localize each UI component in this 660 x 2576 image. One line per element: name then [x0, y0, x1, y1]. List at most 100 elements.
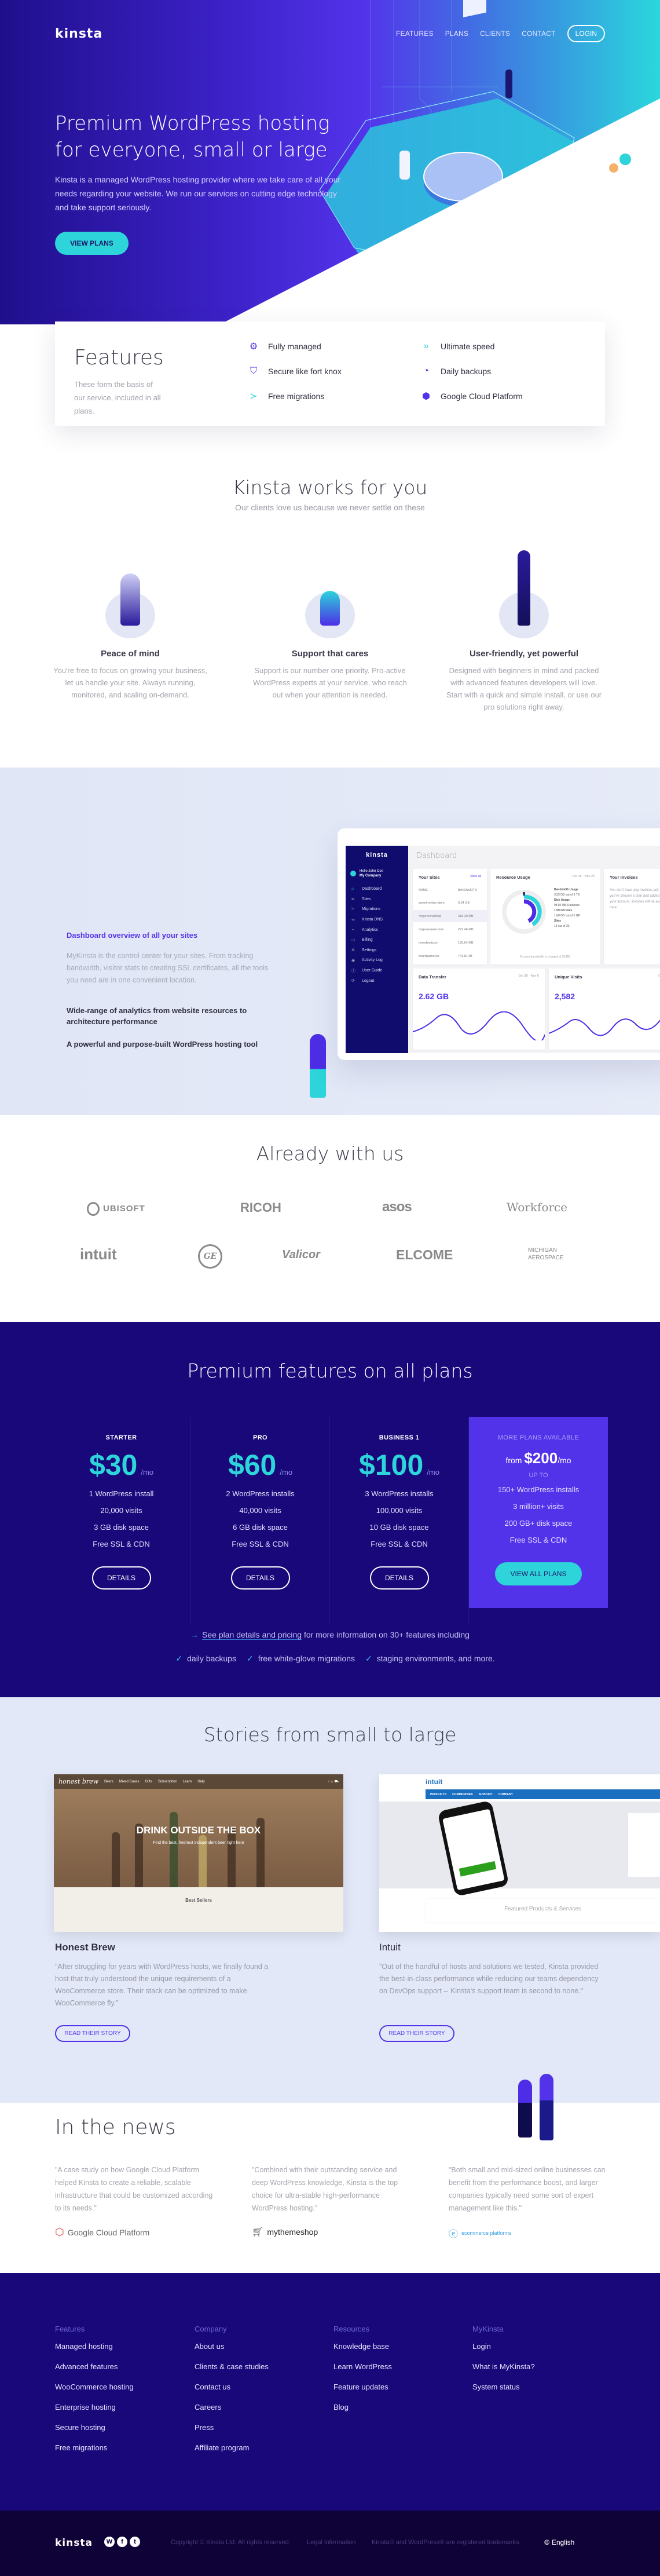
- features-title: Features: [74, 346, 164, 370]
- footer-link[interactable]: Login: [472, 2342, 535, 2362]
- included-item: staging environments, and more.: [376, 1654, 495, 1663]
- data-transfer-line: [413, 1011, 545, 1040]
- language-selector[interactable]: 🌐︎ English: [544, 2538, 574, 2547]
- source-name: ecommerce platforms: [461, 2230, 512, 2236]
- site-row[interactable]: dogsareawesome 222.46 MB: [413, 923, 487, 936]
- footer-logo[interactable]: kinsta: [55, 2537, 93, 2549]
- toggle-icon: ⚙: [249, 342, 258, 352]
- person-illustration: [310, 1034, 326, 1098]
- dashboard-nav-item[interactable]: ▭ Billing: [346, 935, 408, 945]
- intuit-nav: COMMUNITIES: [452, 1792, 473, 1796]
- site-row[interactable]: mypersonalblog 318.39 MB: [413, 910, 487, 922]
- read-story-button[interactable]: READ THEIR STORY: [379, 2025, 454, 2042]
- resource-donut-chart: [502, 890, 546, 934]
- plan-period: /mo: [280, 1468, 293, 1477]
- footer-link[interactable]: Affiliate program: [195, 2443, 269, 2464]
- login-button[interactable]: LOGIN: [567, 25, 605, 42]
- dashboard-nav-item[interactable]: ⊳ Sites: [346, 894, 408, 905]
- feature-label: Free migrations: [268, 392, 325, 401]
- site-cell: sweet-online-store: [419, 901, 445, 905]
- footer-link[interactable]: Blog: [333, 2403, 392, 2423]
- news-source-gcp[interactable]: ⬡ Google Cloud Platform: [55, 2226, 149, 2238]
- dashboard-nav-item[interactable]: ⓘ User Guide: [346, 966, 408, 976]
- included-features: ✓ daily backups ✓ free white-glove migratio…: [0, 1654, 660, 1664]
- card-title: Your Sites: [419, 875, 440, 880]
- footer-link[interactable]: Managed hosting: [55, 2342, 134, 2362]
- dashboard-nav-item[interactable]: ⌂ Dashboard: [346, 884, 408, 894]
- news-source-mythemeshop[interactable]: 🛒︎ mythemeshop: [252, 2226, 318, 2238]
- your-sites-card: Your Sites View all NAME BANDWIDTH sweet-o…: [413, 869, 487, 964]
- footer-link[interactable]: Careers: [195, 2403, 269, 2423]
- footer-link[interactable]: Free migrations: [55, 2443, 134, 2464]
- facebook-icon[interactable]: f: [117, 2537, 127, 2547]
- nav-features[interactable]: FEATURES: [396, 30, 434, 38]
- feature-google-cloud: ⬢ Google Cloud Platform: [420, 390, 523, 403]
- story-quote: "After struggling for years with WordPre…: [55, 1963, 269, 2007]
- footer-heading: Resources: [333, 2325, 370, 2333]
- wordpress-icon[interactable]: W: [104, 2537, 115, 2547]
- dashboard-nav-item[interactable]: ⟳ Logout: [346, 975, 408, 986]
- source-name: Google Cloud Platform: [67, 2227, 150, 2237]
- news-source-ecommerce-platforms[interactable]: ⓔ ecommerce platforms: [449, 2226, 512, 2240]
- site-row[interactable]: sweet-online-store 3.34 GB: [413, 897, 487, 909]
- footer-link[interactable]: Advanced features: [55, 2362, 134, 2383]
- logo-michigan-aerospace: MICHIGAN AEROSPACE: [528, 1247, 564, 1261]
- highlight-tool[interactable]: A powerful and purpose-built WordPress h…: [67, 1040, 287, 1048]
- read-story-button[interactable]: READ THEIR STORY: [55, 2025, 130, 2042]
- plan-business-1: BUSINESS 1 $100/mo 3 WordPress installs 1…: [330, 1417, 469, 1625]
- legend-item: 98.84 MB Database: [554, 904, 580, 907]
- power-icon: [350, 871, 356, 876]
- dashboard-nav-item[interactable]: ⇋ Kinsta DNS: [346, 915, 408, 925]
- plan-feature: 40,000 visits: [239, 1506, 281, 1515]
- footer-link[interactable]: About us: [195, 2342, 269, 2362]
- plan-details-link[interactable]: See plan details and pricing: [202, 1630, 302, 1640]
- footer-link[interactable]: Press: [195, 2423, 269, 2443]
- view-plans-button[interactable]: VIEW PLANS: [55, 232, 129, 255]
- check-icon: ✓: [365, 1654, 372, 1663]
- footer-link[interactable]: Contact us: [195, 2383, 269, 2403]
- language-label: English: [551, 2538, 575, 2546]
- view-all-plans-button[interactable]: VIEW ALL PLANS: [495, 1562, 582, 1585]
- site-row[interactable]: newsfeedcom 195.64 MB: [413, 937, 487, 949]
- nav-contact[interactable]: CONTACT: [522, 30, 556, 38]
- twitter-icon[interactable]: t: [130, 2537, 140, 2547]
- highlight-analytics[interactable]: Wide-range of analytics from website res…: [67, 1005, 258, 1027]
- logo-ricoh: RICOH: [240, 1200, 281, 1215]
- feature-label: Secure like fort knox: [268, 367, 342, 376]
- work-text: Support is our number one priority. Pro-…: [253, 666, 407, 699]
- footer-link[interactable]: Knowledge base: [333, 2342, 392, 2362]
- column-header: NAME: [419, 888, 428, 892]
- footer-link[interactable]: Feature updates: [333, 2383, 392, 2403]
- nav-plans[interactable]: PLANS: [445, 30, 468, 38]
- gcp-hexagon-icon: ⬡: [55, 2226, 64, 2238]
- footer-link[interactable]: WooCommerce hosting: [55, 2383, 134, 2403]
- feature-label: Ultimate speed: [441, 342, 495, 351]
- legal-link[interactable]: Legal information: [307, 2539, 355, 2546]
- footer-link[interactable]: Enterprise hosting: [55, 2403, 134, 2423]
- intuit-nav: PRODUCTS: [430, 1792, 447, 1796]
- details-button[interactable]: DETAILS: [230, 1566, 290, 1590]
- footer-link[interactable]: Secure hosting: [55, 2423, 134, 2443]
- included-item: free white-glove migrations: [258, 1654, 355, 1663]
- highlight-dashboard[interactable]: Dashboard overview of all your sites: [67, 931, 197, 940]
- invoices-text: You don't have any invoices yet. Once yo…: [610, 889, 660, 909]
- dashboard-nav-item[interactable]: ✲ Settings: [346, 945, 408, 956]
- kinsta-logo[interactable]: kinsta: [55, 27, 102, 41]
- plan-starter: STARTER $30/mo 1 WordPress install 20,000…: [52, 1417, 191, 1625]
- dashboard-nav-item[interactable]: ∼ Analytics: [346, 925, 408, 935]
- dashboard-nav-item[interactable]: ◉ Activity Log: [346, 955, 408, 966]
- intuit-screenshot[interactable]: intuit PRODUCTS COMMUNITIES SUPPORT COMPANY…: [379, 1774, 660, 1932]
- footer-link[interactable]: System status: [472, 2383, 535, 2403]
- details-button[interactable]: DETAILS: [369, 1566, 429, 1590]
- details-button[interactable]: DETAILS: [91, 1566, 151, 1590]
- dashboard-nav-item[interactable]: > Migrations: [346, 904, 408, 915]
- footer-link[interactable]: Clients & case studies: [195, 2362, 269, 2383]
- honest-brew-screenshot[interactable]: honest brew Beers Mixed Cases Gifts Subscri…: [54, 1774, 343, 1932]
- footer-link[interactable]: What is MyKinsta?: [472, 2362, 535, 2383]
- user-company: My Company: [360, 874, 382, 878]
- nav-clients[interactable]: CLIENTS: [480, 30, 510, 38]
- logo-valicor: Valicor: [282, 1248, 320, 1261]
- site-row[interactable]: boardgamerus 741.81 kB: [413, 950, 487, 962]
- footer-link[interactable]: Learn WordPress: [333, 2362, 392, 2383]
- view-all-link[interactable]: View all: [470, 875, 481, 878]
